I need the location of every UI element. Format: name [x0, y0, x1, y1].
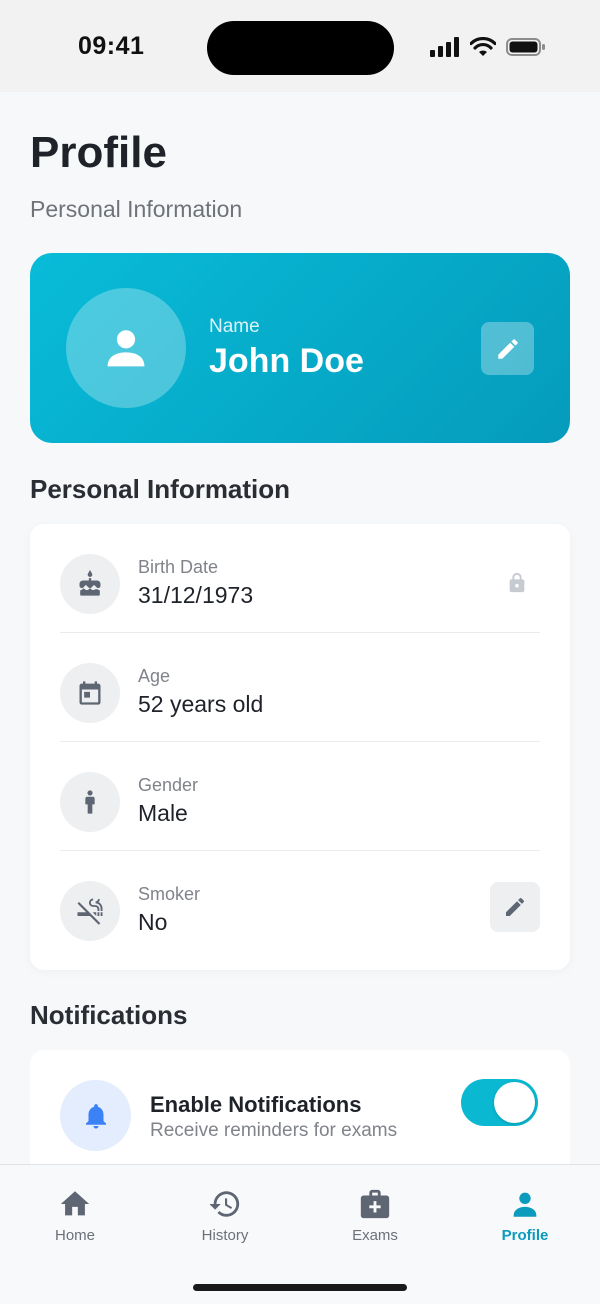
lock-icon [509, 572, 525, 593]
status-bar: 09:41 [0, 0, 600, 92]
row-value: No [138, 909, 168, 935]
toggle-knob [494, 1082, 535, 1123]
medical-kit-icon [360, 1189, 390, 1219]
tab-profile[interactable]: Profile [450, 1187, 600, 1247]
row-icon-container [60, 772, 120, 832]
person-icon [107, 330, 145, 367]
personal-info-heading: Personal Information [30, 474, 291, 504]
tab-bar: Home History Exams Profile [0, 1164, 600, 1304]
edit-smoker-button[interactable] [490, 882, 540, 932]
tab-label: Exams [352, 1227, 398, 1244]
row-value: 52 years old [138, 691, 264, 717]
row-label: Gender [138, 775, 199, 795]
row-label: Birth Date [138, 557, 219, 577]
tab-label: Profile [501, 1227, 549, 1244]
dynamic-island [207, 21, 394, 75]
personal-info-card: Birth Date 31/12/1973 Age 52 years old G… [30, 524, 570, 970]
profile-card: Name John Doe [30, 253, 570, 443]
notifications-heading: Notifications [30, 1000, 188, 1030]
page-title: Profile [30, 128, 167, 177]
tab-home[interactable]: Home [0, 1187, 150, 1247]
tab-exams[interactable]: Exams [300, 1187, 450, 1247]
bell-icon-container [60, 1080, 131, 1151]
cellular-signal-icon [430, 37, 459, 57]
no-smoking-icon [77, 898, 103, 925]
age-row: Age 52 years old [60, 633, 540, 742]
gender-row: Gender Male [60, 742, 540, 851]
row-label: Age [138, 666, 171, 686]
home-indicator [193, 1284, 407, 1291]
tab-label: History [201, 1227, 249, 1244]
birth-date-row: Birth Date 31/12/1973 [60, 524, 540, 633]
page-subtitle: Personal Information [30, 196, 243, 222]
cake-icon [79, 570, 101, 596]
row-icon-container [60, 881, 120, 941]
edit-icon [506, 897, 525, 916]
status-time: 09:41 [78, 32, 145, 60]
battery-icon [506, 38, 545, 56]
wifi-icon [470, 37, 496, 56]
person-icon [513, 1192, 537, 1217]
status-icons [430, 37, 546, 57]
avatar [66, 288, 186, 408]
name-value: John Doe [209, 342, 364, 380]
name-label: Name [209, 316, 260, 337]
edit-icon [497, 338, 518, 359]
person-icon [85, 790, 95, 814]
tab-history[interactable]: History [150, 1187, 300, 1247]
notifications-toggle[interactable] [461, 1079, 538, 1126]
edit-name-button[interactable] [481, 322, 534, 375]
row-value: 31/12/1973 [138, 582, 254, 608]
calendar-icon [79, 681, 101, 705]
tab-label: Home [54, 1227, 95, 1244]
notifications-card: Enable Notifications Receive reminders f… [30, 1050, 570, 1180]
home-icon [60, 1191, 90, 1216]
row-icon-container [60, 663, 120, 723]
smoker-row: Smoker No [60, 851, 540, 960]
bell-icon [85, 1103, 106, 1128]
row-value: Male [138, 800, 188, 826]
row-icon-container [60, 554, 120, 614]
enable-notifications-title: Enable Notifications [150, 1092, 362, 1117]
history-icon [209, 1191, 240, 1217]
enable-notifications-subtitle: Receive reminders for exams [150, 1120, 398, 1141]
row-label: Smoker [138, 884, 201, 904]
